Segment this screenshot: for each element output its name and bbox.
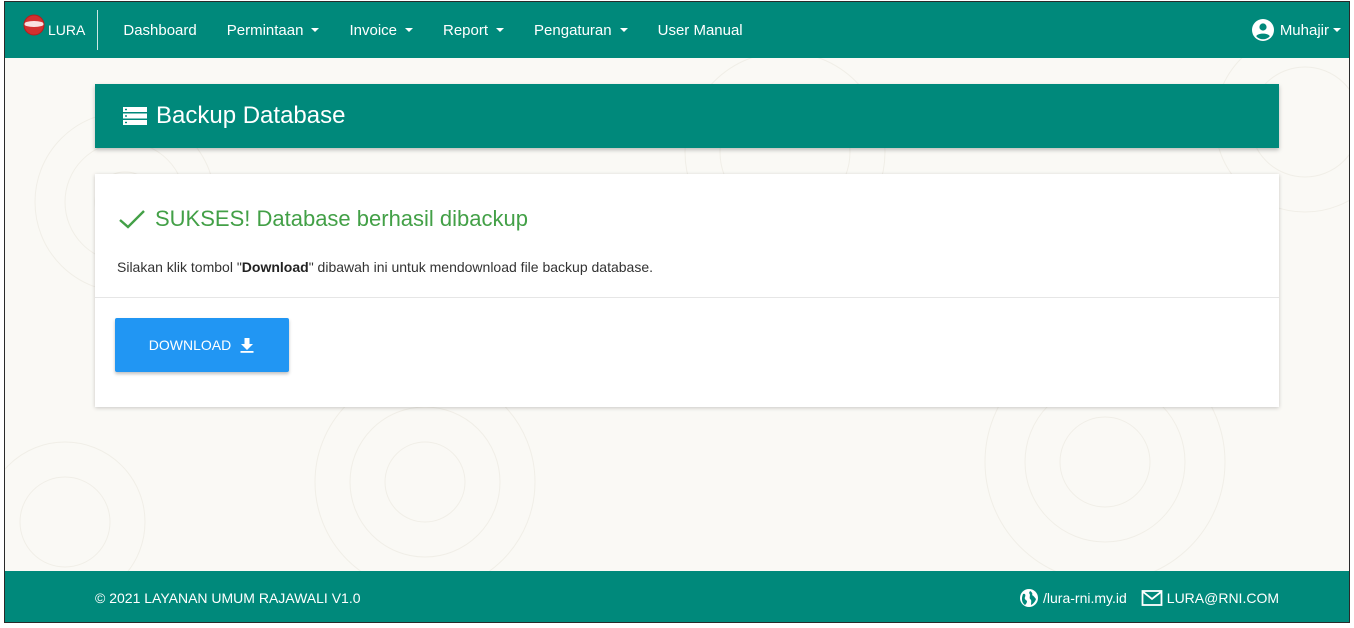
- caret-down-icon: [405, 28, 413, 32]
- nav-permintaan-label: Permintaan: [226, 21, 304, 39]
- email-link[interactable]: LURA@RNI.COM: [1141, 589, 1279, 607]
- success-message: SUKSES! Database berhasil dibackup: [117, 206, 528, 232]
- brand-name: LURA: [48, 22, 86, 38]
- brand-link[interactable]: LURA: [5, 10, 99, 50]
- nav-report-label: Report: [443, 21, 489, 39]
- page-header-card: Backup Database: [95, 84, 1279, 148]
- caret-down-icon: [311, 28, 320, 32]
- nav-dashboard[interactable]: Dashboard: [108, 22, 211, 39]
- instruction-bold: Download: [241, 259, 309, 275]
- nav-invoice-dropdown[interactable]: Invoice: [334, 22, 428, 39]
- nav-pengaturan-dropdown[interactable]: Pengaturan: [519, 22, 643, 39]
- account-circle-icon: [1251, 19, 1274, 41]
- nav-report-dropdown[interactable]: Report: [428, 22, 519, 39]
- caret-down-icon: [496, 28, 505, 32]
- user-name: Muhajir: [1279, 21, 1329, 39]
- app-frame: LURA Dashboard Permintaan Invoice Report…: [4, 1, 1350, 623]
- instruction-prefix: Silakan klik tombol ": [117, 259, 242, 275]
- top-navbar: LURA Dashboard Permintaan Invoice Report…: [5, 2, 1349, 58]
- divider: [95, 297, 1279, 298]
- globe-icon: [1020, 588, 1039, 607]
- footer: © 2021 LAYANAN UMUM RAJAWALI V1.0 /lura-…: [5, 571, 1349, 622]
- copyright-text: © 2021 LAYANAN UMUM RAJAWALI V1.0: [95, 589, 361, 606]
- nav-invoice-label: Invoice: [349, 21, 397, 39]
- caret-down-icon: [619, 28, 628, 32]
- email-text: LURA@RNI.COM: [1166, 589, 1279, 606]
- footer-links: /lura-rni.my.id LURA@RNI.COM: [1019, 588, 1279, 608]
- mail-icon: [1141, 589, 1163, 606]
- nav-user-manual-label: User Manual: [657, 21, 743, 39]
- page-title: Backup Database: [156, 102, 346, 129]
- website-link[interactable]: /lura-rni.my.id: [1019, 588, 1127, 608]
- list-icon: [123, 107, 147, 125]
- user-menu-dropdown[interactable]: Muhajir: [1251, 2, 1341, 58]
- nav-user-manual[interactable]: User Manual: [643, 22, 758, 39]
- download-icon: [240, 338, 254, 353]
- nav-pengaturan-label: Pengaturan: [534, 21, 612, 39]
- caret-down-icon: [1333, 28, 1341, 32]
- success-text: SUKSES! Database berhasil dibackup: [155, 206, 528, 231]
- lura-logo-icon: [23, 14, 45, 36]
- website-text: /lura-rni.my.id: [1043, 589, 1127, 606]
- nav-dashboard-label: Dashboard: [123, 21, 197, 39]
- instruction-suffix: " dibawah ini untuk mendownload file bac…: [308, 259, 653, 275]
- download-button[interactable]: DOWNLOAD: [115, 318, 289, 372]
- checkmark-icon: [119, 210, 145, 229]
- instruction-text: Silakan klik tombol "Download" dibawah i…: [117, 259, 653, 275]
- backup-result-card: SUKSES! Database berhasil dibackup Silak…: [95, 174, 1279, 407]
- nav-menu: Dashboard Permintaan Invoice Report Peng…: [108, 22, 757, 39]
- nav-permintaan-dropdown[interactable]: Permintaan: [212, 22, 335, 39]
- download-label: DOWNLOAD: [148, 337, 232, 353]
